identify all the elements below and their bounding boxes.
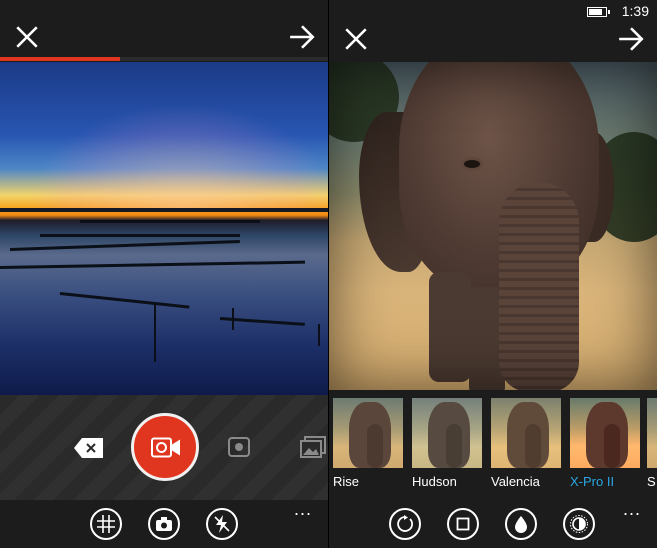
- arrow-right-icon[interactable]: [617, 26, 645, 52]
- filter-thumbnail: [412, 398, 482, 468]
- filter-rise[interactable]: Rise: [333, 398, 403, 489]
- recording-progress-fill: [0, 57, 120, 61]
- video-camera-icon: [151, 437, 180, 458]
- app-bar: ...: [329, 500, 657, 548]
- filter-valencia[interactable]: Valencia: [491, 398, 561, 489]
- filter-label: S: [647, 474, 656, 489]
- filter-partial[interactable]: S: [647, 398, 657, 489]
- arrow-right-icon[interactable]: [288, 24, 316, 50]
- brightness-icon[interactable]: [563, 508, 595, 540]
- rotate-icon[interactable]: [389, 508, 421, 540]
- filter-label: X-Pro II: [570, 474, 615, 489]
- filter-label: Hudson: [412, 474, 457, 489]
- camera-preview[interactable]: [0, 62, 328, 395]
- fence-line: [9, 239, 240, 251]
- record-button[interactable]: [131, 413, 199, 481]
- backspace-icon[interactable]: [74, 437, 104, 459]
- fence-line: [40, 234, 240, 237]
- close-icon[interactable]: [343, 26, 369, 52]
- right-screen: 1:39 Rise Hudson Valencia X-Pro II S ...: [329, 0, 657, 548]
- camera-snap-icon[interactable]: [228, 437, 250, 457]
- filter-hudson[interactable]: Hudson: [412, 398, 482, 489]
- filter-thumbnail: [333, 398, 403, 468]
- filter-label: Rise: [333, 474, 360, 489]
- fence-post: [318, 324, 320, 346]
- filter-label: Valencia: [491, 474, 540, 489]
- sunset-rays: [0, 62, 328, 212]
- gallery-icon[interactable]: [300, 436, 326, 458]
- flash-off-icon[interactable]: [206, 508, 238, 540]
- battery-icon: [587, 7, 610, 17]
- status-time: 1:39: [621, 3, 649, 19]
- app-bar: ...: [0, 500, 328, 548]
- fence-line: [0, 260, 305, 269]
- filter-thumbnail: [491, 398, 561, 468]
- fence-post: [154, 302, 156, 362]
- filter-thumbnail: [647, 398, 657, 468]
- drop-icon[interactable]: [505, 508, 537, 540]
- filter-strip: Rise Hudson Valencia X-Pro II S: [329, 390, 657, 498]
- close-icon[interactable]: [14, 24, 40, 50]
- fence-line: [59, 292, 190, 309]
- photo-preview: [329, 62, 657, 390]
- switch-camera-icon[interactable]: [148, 508, 180, 540]
- grid-icon[interactable]: [90, 508, 122, 540]
- left-screen: ...: [0, 0, 328, 548]
- filter-thumbnail: [570, 398, 640, 468]
- status-bar: 1:39: [329, 0, 657, 22]
- square-crop-icon[interactable]: [447, 508, 479, 540]
- fence-post: [232, 308, 234, 330]
- top-bar: [0, 0, 328, 60]
- more-button[interactable]: ...: [623, 500, 641, 518]
- fence-line: [80, 220, 260, 223]
- filter-x-pro-ii[interactable]: X-Pro II: [570, 398, 640, 489]
- horizon: [0, 208, 328, 212]
- more-button[interactable]: ...: [294, 500, 312, 518]
- top-bar: [329, 20, 657, 62]
- recording-progress-bar: [0, 57, 328, 61]
